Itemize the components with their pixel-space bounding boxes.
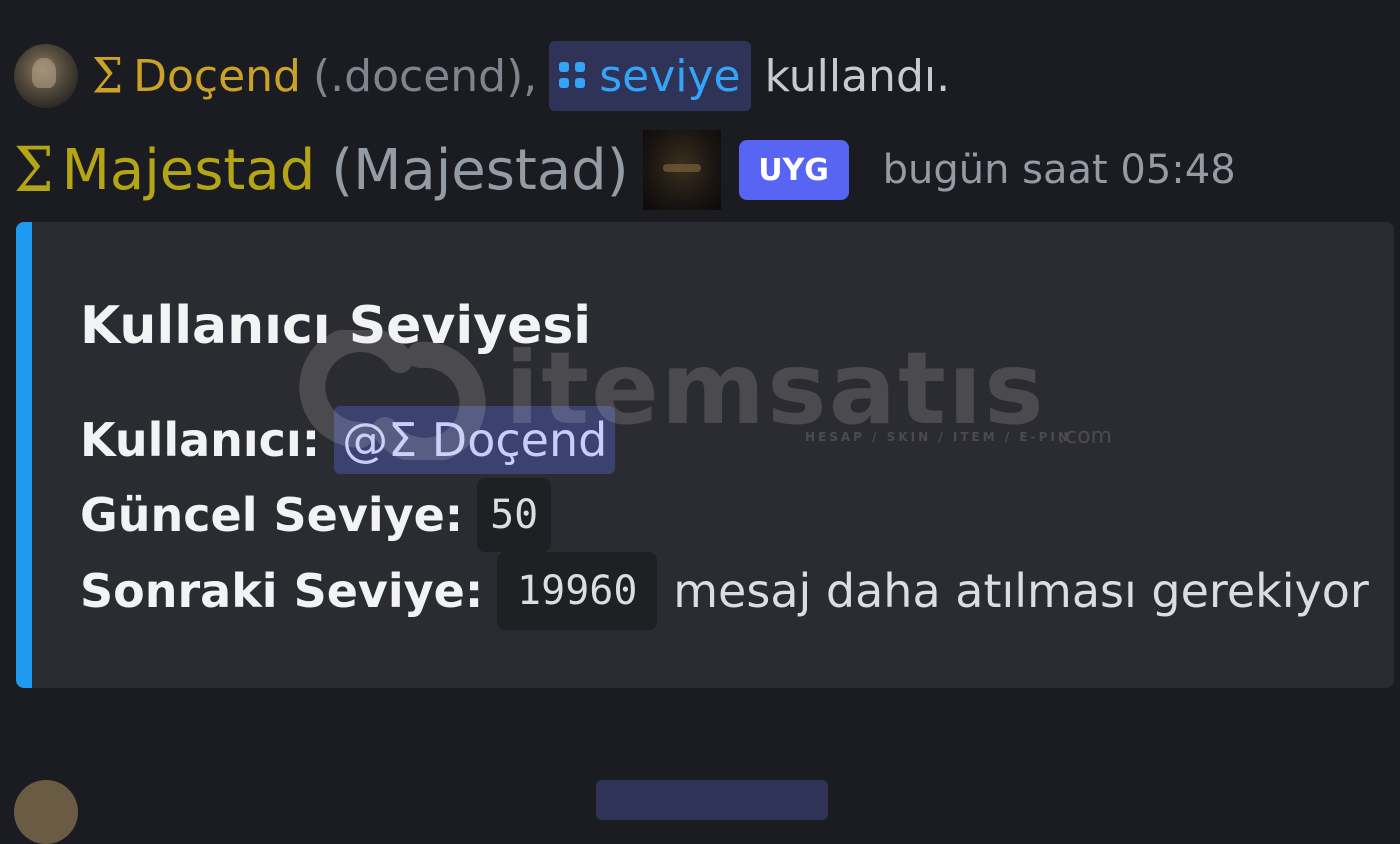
level-value: 50 [477,478,552,552]
author-handle: (Majestad) [331,137,629,203]
level-field-label: Güncel Seviye: [80,488,464,542]
sigma-glyph: Σ [14,134,54,206]
message-timestamp[interactable]: bugün saat 05:48 [883,147,1236,193]
user-mention[interactable]: @Σ Doçend [334,406,616,474]
sigma-glyph: Σ [92,47,124,105]
role-icon[interactable] [642,130,721,210]
next-level-suffix: mesaj daha atılması gerekiyor [673,564,1369,618]
embed-field-user: Kullanıcı: @Σ Doçend [80,404,616,476]
next-level-field-label: Sonraki Seviye: [80,564,484,618]
reply-user-avatar[interactable] [14,44,78,108]
embed-field-next-level: Sonraki Seviye: 19960 mesaj daha atılmas… [80,552,1369,630]
message-header: Σ Majestad (Majestad) UYG bugün saat 05:4… [14,130,1236,210]
app-grid-icon [559,62,587,90]
app-badge: UYG [738,140,849,200]
level-embed: Kullanıcı Seviyesi Kullanıcı: @Σ Doçend … [16,222,1394,688]
reply-comma: , [523,50,538,102]
author-name[interactable]: Σ Majestad [14,134,316,206]
reply-user-name-text: Doçend [133,50,301,102]
reply-user-name[interactable]: Σ Doçend [92,47,301,105]
next-level-value: 19960 [497,552,658,630]
reply-user-handle: (.docend) [313,50,524,102]
author-name-text: Majestad [61,137,316,203]
user-field-label: Kullanıcı: [80,413,321,467]
reply-used-text: kullandı. [764,50,951,102]
embed-accent-bar [16,222,32,688]
next-message-avatar[interactable] [14,780,78,844]
command-chip[interactable]: seviye [549,41,751,111]
embed-title: Kullanıcı Seviyesi [80,296,592,356]
next-message-command-chip[interactable] [596,780,828,820]
command-reply-line: Σ Doçend (.docend), seviye kullandı. [14,40,950,112]
embed-field-level: Güncel Seviye: 50 [80,478,552,552]
command-name: seviye [599,50,741,102]
